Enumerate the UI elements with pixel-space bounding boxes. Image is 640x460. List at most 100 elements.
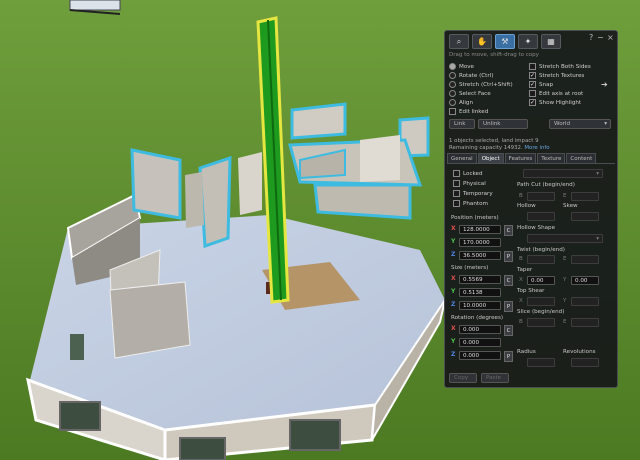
selected-wall[interactable] <box>290 102 347 140</box>
hollow-label: Hollow <box>517 203 536 209</box>
land-tool-button[interactable]: ▦ <box>541 34 561 49</box>
axis-y-label: Y <box>451 288 456 295</box>
size-z-field[interactable]: 10.0000 <box>459 301 501 310</box>
checkbox-icon <box>453 170 460 177</box>
distant-object <box>69 0 121 11</box>
capacity-info: Remaining capacity 14932. More info <box>449 145 550 151</box>
selected-wall[interactable] <box>130 148 182 220</box>
shovel-icon: ✦ <box>524 37 532 46</box>
checkbox-icon <box>453 200 460 207</box>
checkbox-icon <box>529 63 536 70</box>
twist-begin-field[interactable] <box>527 255 555 264</box>
axis-z-label: Z <box>451 351 456 358</box>
axis-x-label: X <box>519 298 523 304</box>
link-button[interactable]: Link <box>449 119 475 129</box>
build-icon: ⚒ <box>501 37 509 46</box>
stretch-textures-checkbox[interactable]: ✓ Stretch Textures <box>529 72 584 79</box>
size-y-field[interactable]: 0.5138 <box>459 288 501 297</box>
selected-wall[interactable] <box>313 183 412 220</box>
phantom-checkbox[interactable]: Phantom <box>453 200 488 207</box>
radio-icon <box>449 99 456 106</box>
begin-label: B <box>519 319 523 325</box>
mode-stretch[interactable]: Stretch (Ctrl+Shift) <box>449 81 513 88</box>
revolutions-field[interactable] <box>571 358 599 367</box>
grab-tool-button[interactable]: ✋ <box>472 34 492 49</box>
paste-position-button[interactable]: P <box>504 251 513 262</box>
mode-select-face[interactable]: Select Face <box>449 90 491 97</box>
material-select[interactable]: ▾ <box>523 169 603 178</box>
mode-align[interactable]: Align <box>449 99 473 106</box>
edit-linked-checkbox[interactable]: Edit linked <box>449 108 488 115</box>
paste-size-button[interactable]: P <box>504 301 513 312</box>
axis-x-label: X <box>519 277 523 283</box>
stretch-both-sides-checkbox[interactable]: Stretch Both Sides <box>529 63 591 70</box>
top-shear-y-field[interactable] <box>571 297 599 306</box>
paste-params-button[interactable]: Paste <box>481 373 509 383</box>
temporary-checkbox[interactable]: Temporary <box>453 190 493 197</box>
radio-icon <box>449 81 456 88</box>
slice-begin-field[interactable] <box>527 318 555 327</box>
physical-checkbox[interactable]: Physical <box>453 180 486 187</box>
show-highlight-checkbox[interactable]: ✓ Show Highlight <box>529 99 581 106</box>
focus-tool-button[interactable]: ⌕ <box>449 34 469 49</box>
rotation-z-field[interactable]: 0.000 <box>459 351 501 360</box>
position-z-field[interactable]: 36.5000 <box>459 251 501 260</box>
checkmark-icon: ✓ <box>529 72 536 79</box>
checkbox-icon <box>449 108 456 115</box>
rotation-y-field[interactable]: 0.000 <box>459 338 501 347</box>
path-cut-begin-field[interactable] <box>527 192 555 201</box>
build-tool-button[interactable]: ⚒ <box>495 34 515 49</box>
snap-checkbox[interactable]: ✓ Snap <box>529 81 553 88</box>
rotation-x-field[interactable]: 0.000 <box>459 325 501 334</box>
axis-x-label: X <box>451 225 456 232</box>
radio-icon <box>449 90 456 97</box>
checkbox-icon <box>453 190 460 197</box>
interior-wall <box>109 281 191 359</box>
ruler-mode-select[interactable]: World ▾ <box>549 119 611 129</box>
top-shear-x-field[interactable] <box>527 297 555 306</box>
twist-end-field[interactable] <box>571 255 599 264</box>
unlink-button[interactable]: Unlink <box>478 119 528 129</box>
tab-divider <box>447 163 615 164</box>
paste-rotation-button[interactable]: P <box>504 351 513 362</box>
taper-x-field[interactable]: 0.00 <box>527 276 555 285</box>
axis-x-label: X <box>451 275 456 282</box>
mode-rotate[interactable]: Rotate (Ctrl) <box>449 72 493 79</box>
chevron-down-icon: ▾ <box>596 236 599 242</box>
chevron-down-icon: ▾ <box>596 171 599 177</box>
copy-position-button[interactable]: C <box>504 225 513 236</box>
copy-rotation-button[interactable]: C <box>504 325 513 336</box>
axis-z-label: Z <box>451 301 456 308</box>
copy-params-button[interactable]: Copy <box>449 373 477 383</box>
twist-label: Twist (begin/end) <box>517 247 565 253</box>
radius-field[interactable] <box>527 358 555 367</box>
position-y-field[interactable]: 170.0000 <box>459 238 501 247</box>
checkbox-icon <box>453 180 460 187</box>
slice-end-field[interactable] <box>571 318 599 327</box>
skew-label: Skew <box>563 203 578 209</box>
mode-move[interactable]: Move <box>449 63 474 70</box>
checkmark-icon: ✓ <box>529 81 536 88</box>
selected-wall[interactable] <box>198 155 232 249</box>
size-x-field[interactable]: 0.5569 <box>459 275 501 284</box>
hollow-field[interactable] <box>527 212 555 221</box>
locked-checkbox[interactable]: Locked <box>453 170 483 177</box>
help-icon[interactable]: ? <box>589 33 593 42</box>
skew-field[interactable] <box>571 212 599 221</box>
copy-size-button[interactable]: C <box>504 275 513 286</box>
edit-axis-root-checkbox[interactable]: Edit axis at root <box>529 90 583 97</box>
slice-label: Slice (begin/end) <box>517 309 565 315</box>
create-tool-button[interactable]: ✦ <box>518 34 538 49</box>
tab-bar: General Object Features Texture Content <box>447 153 597 164</box>
minimize-icon[interactable]: − <box>597 33 604 42</box>
build-floater[interactable]: ⌕ ✋ ⚒ ✦ ▦ ? − × Drag to move, shift-drag… <box>444 30 618 388</box>
more-info-link[interactable]: More info <box>524 145 549 151</box>
begin-label: B <box>519 193 523 199</box>
hollow-shape-select[interactable]: ▾ <box>527 234 603 243</box>
path-cut-end-field[interactable] <box>571 192 599 201</box>
radius-label: Radius <box>517 349 536 355</box>
position-x-field[interactable]: 128.0000 <box>459 225 501 234</box>
taper-y-field[interactable]: 0.00 <box>571 276 599 285</box>
arrow-right-icon[interactable]: ➔ <box>601 80 608 89</box>
close-icon[interactable]: × <box>607 33 614 42</box>
